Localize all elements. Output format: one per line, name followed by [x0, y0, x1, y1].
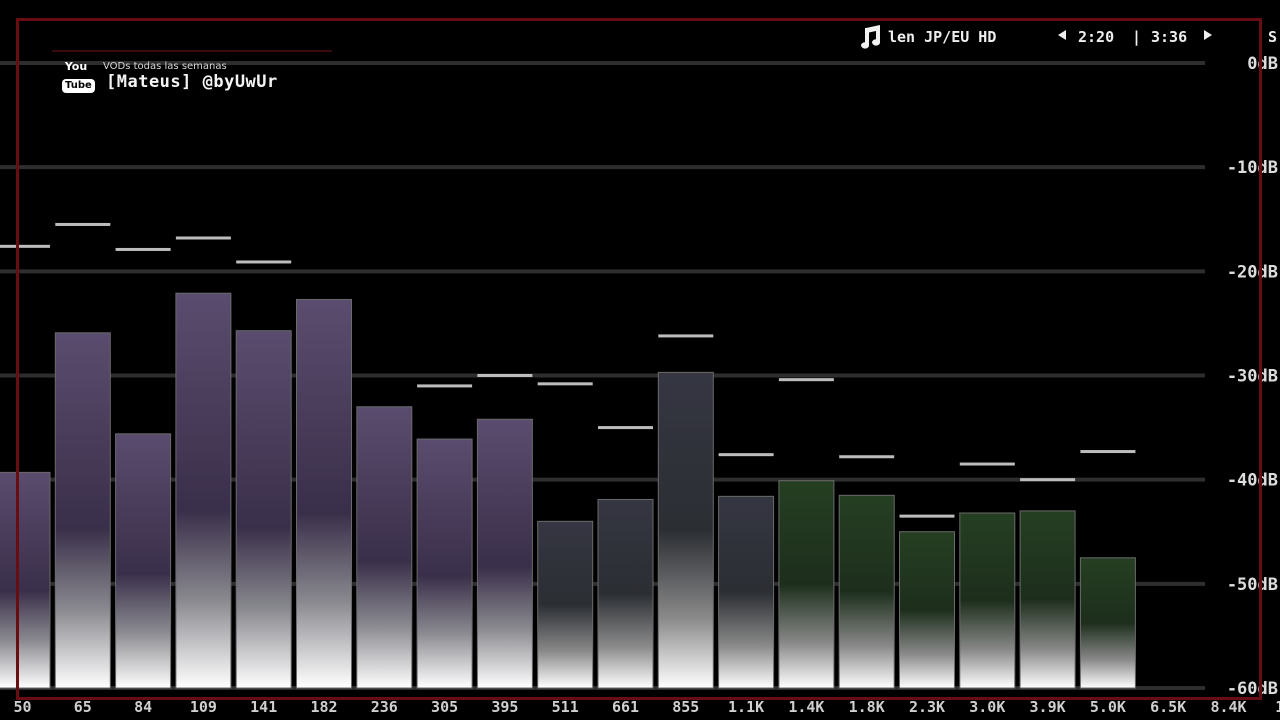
- peak-marker: [1020, 478, 1076, 482]
- x-tick-labels: 50 65 84 109 141 182 236 305 395 511 661 855 1.1K 1.4…: [13, 698, 1280, 716]
- x-tick-label: 1.1K: [728, 698, 764, 716]
- y-tick-label: -50dB: [1227, 575, 1278, 595]
- x-tick-label: 141: [250, 698, 277, 716]
- x-tick-label: 10K: [1275, 698, 1280, 716]
- x-tick-label: 3.9K: [1030, 698, 1066, 716]
- x-tick-label: 5.0K: [1090, 698, 1126, 716]
- x-tick-label: 1.4K: [788, 698, 824, 716]
- x-tick-label: 3.0K: [969, 698, 1005, 716]
- peak-marker: [115, 247, 171, 251]
- bar: [235, 330, 292, 689]
- bar: [657, 371, 714, 689]
- bar: [838, 494, 895, 689]
- peak-marker: [778, 378, 834, 382]
- channel-tagline: VODs todas las semanas: [103, 61, 227, 72]
- bar: [115, 433, 172, 689]
- bar: [416, 438, 473, 689]
- peak-marker: [477, 374, 533, 377]
- y-tick-labels: 0dB -10dB -20dB -30dB -40dB -50dB -60dB: [1227, 54, 1278, 699]
- x-tick-label: 50: [13, 698, 31, 716]
- bar: [356, 406, 413, 689]
- bar: [1079, 557, 1136, 689]
- channel-name: [Mateus] @byUwUr: [106, 72, 278, 92]
- peak-marker: [959, 462, 1015, 466]
- peak-marker: [839, 455, 895, 459]
- song-title: len JP/EU HD: [888, 28, 997, 46]
- time-total: 3:36: [1151, 28, 1188, 46]
- y-tick-label: -20dB: [1227, 262, 1278, 282]
- x-tick-label: 2.3K: [909, 698, 945, 716]
- y-tick-label: -40dB: [1227, 471, 1278, 491]
- time-separator: |: [1132, 28, 1142, 46]
- spectrum-chart: 0dB -10dB -20dB -30dB -40dB -50dB -60dB 50 65 84…: [0, 54, 1280, 716]
- bar: [597, 498, 654, 689]
- youtube-logo-you: You: [64, 60, 88, 73]
- bar: [537, 520, 594, 689]
- x-tick-label: 395: [491, 698, 518, 716]
- cut-off-text: S: [1268, 28, 1278, 46]
- peak-marker: [417, 384, 473, 388]
- bar: [778, 480, 835, 689]
- bar: [1019, 510, 1076, 689]
- bar: [959, 512, 1016, 689]
- bar: [296, 298, 352, 689]
- x-tick-label: 84: [134, 698, 152, 716]
- peak-marker: [598, 426, 653, 430]
- channel-divider: [52, 50, 332, 52]
- peak-marker: [537, 382, 593, 386]
- y-tick-label: -10dB: [1227, 158, 1278, 178]
- x-tick-label: 8.4K: [1210, 698, 1246, 716]
- x-tick-label: 182: [310, 698, 337, 716]
- bar: [718, 495, 775, 689]
- peak-marker: [718, 453, 774, 457]
- x-tick-label: 855: [672, 698, 699, 716]
- x-tick-label: 6.5K: [1150, 698, 1186, 716]
- y-tick-label: -60dB: [1227, 679, 1278, 699]
- y-tick-label: -30dB: [1227, 367, 1278, 387]
- bar: [899, 531, 955, 689]
- bar: [0, 471, 51, 689]
- youtube-logo-tube: Tube: [62, 79, 95, 93]
- x-tick-label: 1.8K: [849, 698, 885, 716]
- next-icon[interactable]: [1204, 30, 1212, 40]
- x-tick-label: 511: [552, 698, 579, 716]
- y-tick-label: 0dB: [1247, 54, 1278, 74]
- x-tick-label: 109: [190, 698, 217, 716]
- x-tick-label: 661: [612, 698, 639, 716]
- peak-marker: [55, 222, 111, 226]
- peak-marker: [899, 514, 955, 518]
- peak-marker: [0, 244, 50, 248]
- bars: [0, 292, 1136, 689]
- bar: [476, 418, 533, 689]
- bar: [54, 332, 111, 689]
- peak-marker: [175, 236, 231, 240]
- music-note-icon: [861, 25, 881, 49]
- peak-marker: [658, 334, 714, 338]
- youtube-icon: You Tube: [62, 60, 95, 93]
- x-tick-label: 236: [371, 698, 398, 716]
- x-tick-label: 305: [431, 698, 458, 716]
- previous-icon[interactable]: [1058, 30, 1066, 40]
- peak-marker: [1080, 450, 1136, 454]
- time-current: 2:20: [1078, 28, 1115, 46]
- peak-marker: [236, 260, 292, 264]
- bar: [175, 292, 232, 689]
- x-tick-label: 65: [74, 698, 92, 716]
